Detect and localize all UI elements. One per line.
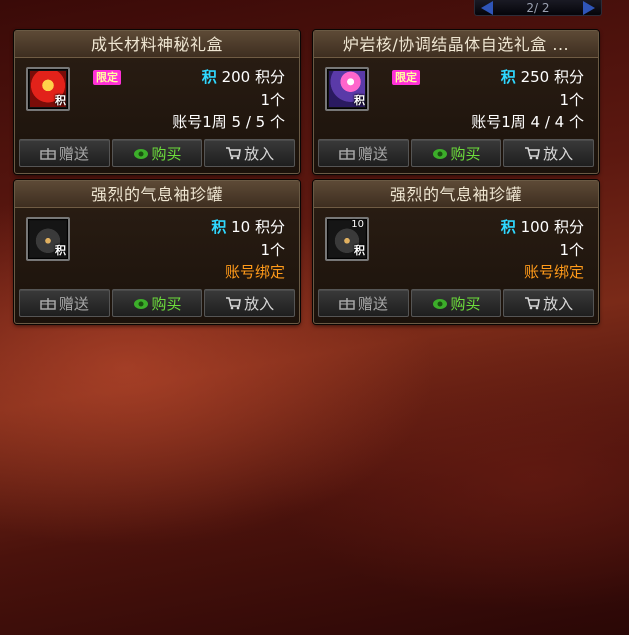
gift-icon <box>40 298 56 310</box>
price-value: 200 积分 <box>221 68 285 86</box>
purchase-limit: 账号1周 5 / 5 个 <box>172 113 285 131</box>
item-price: 积 250 积分 <box>501 66 584 87</box>
red-gift-box-icon[interactable]: 积 <box>26 67 70 111</box>
next-page-arrow-icon[interactable] <box>582 0 595 15</box>
cart-icon <box>525 147 541 160</box>
price-value: 250 积分 <box>520 68 584 86</box>
add-to-cart-button[interactable]: 放入 <box>503 139 595 167</box>
add-to-cart-button[interactable]: 放入 <box>503 289 595 317</box>
item-icon-tag: 积 <box>354 94 365 107</box>
buy-label: 购买 <box>151 294 182 313</box>
gift-button[interactable]: 赠送 <box>318 289 409 317</box>
item-quantity: 1个 <box>260 241 285 259</box>
gift-button[interactable]: 赠送 <box>318 139 409 167</box>
purchase-limit: 账号1周 4 / 4 个 <box>471 113 584 131</box>
item-quantity: 1个 <box>559 241 584 259</box>
gift-label: 赠送 <box>357 144 388 163</box>
shop-item-card: 炉岩核/协调结晶体自选礼盒 ... 积 限定 积 250 积分 1个 账号1周 … <box>313 30 599 174</box>
points-icon: 积 <box>500 218 516 236</box>
shop-item-card: 强烈的气息袖珍罐 积 积 10 积分 1个 账号绑定 赠送 购买 放入 <box>14 180 300 324</box>
points-icon: 积 <box>211 218 227 236</box>
buy-icon <box>432 149 447 159</box>
buy-icon <box>432 299 447 309</box>
item-title: 成长材料神秘礼盒 <box>15 31 299 58</box>
cart-icon <box>226 297 242 310</box>
buy-label: 购买 <box>151 144 182 163</box>
put-label: 放入 <box>244 294 275 313</box>
item-icon-tag: 积 <box>55 94 66 107</box>
put-label: 放入 <box>543 294 574 313</box>
points-icon: 积 <box>500 68 516 86</box>
cart-icon <box>525 297 541 310</box>
item-icon-tag: 积 <box>354 244 365 257</box>
price-value: 10 积分 <box>231 218 285 236</box>
limited-badge: 限定 <box>392 70 420 85</box>
gift-button[interactable]: 赠送 <box>19 289 110 317</box>
account-bound-label: 账号绑定 <box>224 263 285 281</box>
prev-page-arrow-icon[interactable] <box>481 0 493 15</box>
gift-icon <box>339 148 355 160</box>
item-stack-count: 10 <box>351 219 364 230</box>
buy-icon <box>133 149 148 159</box>
item-quantity: 1个 <box>260 91 285 109</box>
cart-icon <box>226 147 242 160</box>
item-title: 强烈的气息袖珍罐 <box>314 181 598 208</box>
item-title: 强烈的气息袖珍罐 <box>15 181 299 208</box>
gift-label: 赠送 <box>58 294 89 313</box>
buy-button[interactable]: 购买 <box>111 289 203 317</box>
gift-icon <box>339 298 355 310</box>
page-pager: 2/ 2 <box>474 0 602 16</box>
page-indicator: 2/ 2 <box>526 0 550 15</box>
price-value: 100 积分 <box>520 218 584 236</box>
item-icon-tag: 积 <box>55 244 66 257</box>
gift-label: 赠送 <box>357 294 388 313</box>
gift-button[interactable]: 赠送 <box>19 139 110 167</box>
crystal-gift-box-icon[interactable]: 积 <box>325 67 369 111</box>
buy-button[interactable]: 购买 <box>410 289 502 317</box>
buy-label: 购买 <box>450 294 481 313</box>
gift-icon <box>40 148 56 160</box>
item-price: 积 100 积分 <box>501 216 584 237</box>
limited-badge: 限定 <box>93 70 121 85</box>
add-to-cart-button[interactable]: 放入 <box>204 139 296 167</box>
add-to-cart-button[interactable]: 放入 <box>204 289 296 317</box>
shop-item-card: 成长材料神秘礼盒 积 限定 积 200 积分 1个 账号1周 5 / 5 个 赠… <box>14 30 300 174</box>
item-title: 炉岩核/协调结晶体自选礼盒 ... <box>314 31 598 58</box>
pot-icon[interactable]: 积 <box>26 217 70 261</box>
put-label: 放入 <box>543 144 574 163</box>
buy-button[interactable]: 购买 <box>111 139 203 167</box>
account-bound-label: 账号绑定 <box>523 263 584 281</box>
gift-label: 赠送 <box>58 144 89 163</box>
buy-label: 购买 <box>450 144 481 163</box>
item-price: 积 10 积分 <box>211 216 285 237</box>
shop-item-card: 强烈的气息袖珍罐 10 积 积 100 积分 1个 账号绑定 赠送 购买 放入 <box>313 180 599 324</box>
item-quantity: 1个 <box>559 91 584 109</box>
points-icon: 积 <box>201 68 217 86</box>
item-price: 积 200 积分 <box>202 66 285 87</box>
put-label: 放入 <box>244 144 275 163</box>
pot-icon[interactable]: 10 积 <box>325 217 369 261</box>
buy-button[interactable]: 购买 <box>410 139 502 167</box>
buy-icon <box>133 299 148 309</box>
